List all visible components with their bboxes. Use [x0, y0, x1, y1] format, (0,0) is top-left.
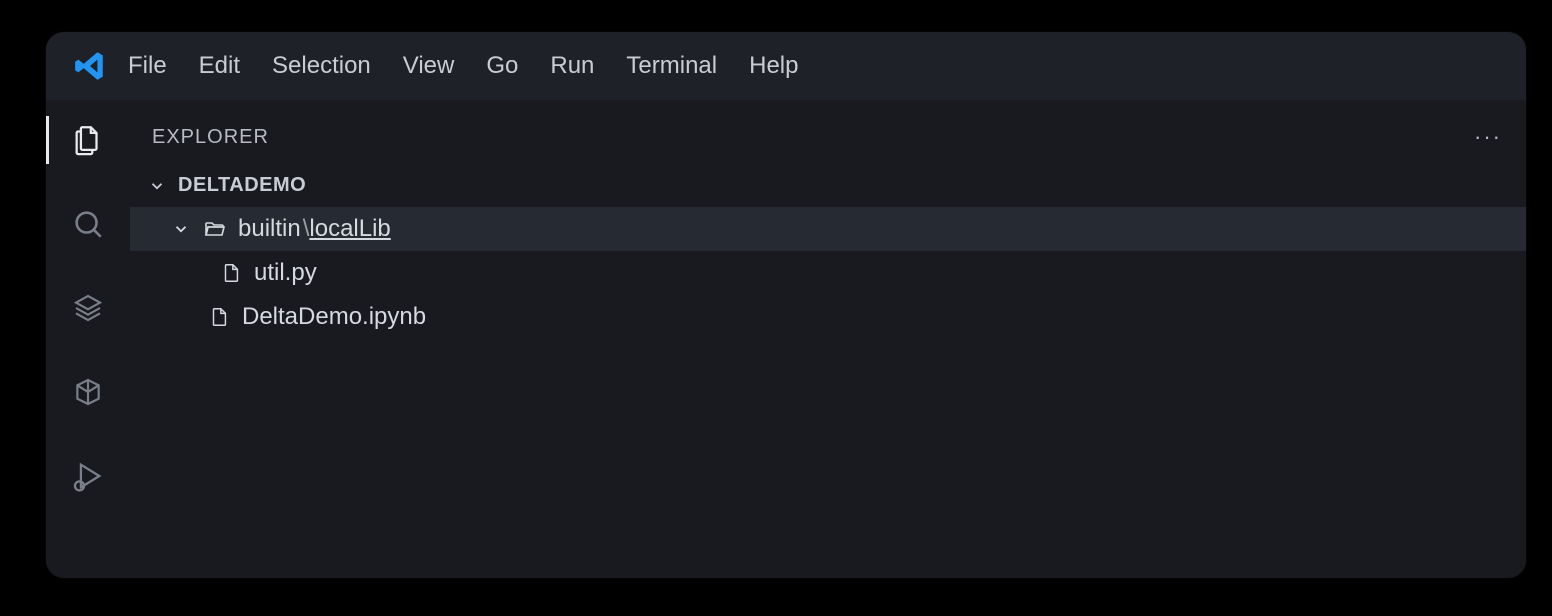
file-label: util.py	[254, 259, 317, 287]
explorer-root[interactable]: DELTADEMO	[130, 170, 1526, 207]
menu-terminal[interactable]: Terminal	[626, 52, 717, 80]
activity-extensions-icon[interactable]	[70, 374, 106, 410]
menu-view[interactable]: View	[403, 52, 455, 80]
explorer-title: EXPLORER	[152, 126, 269, 149]
folder-prefix: builtin	[238, 215, 301, 242]
menu-selection[interactable]: Selection	[272, 52, 371, 80]
editor-body: EXPLORER ··· DELTADEMO	[46, 100, 1526, 578]
explorer-panel: EXPLORER ··· DELTADEMO	[130, 100, 1526, 578]
menu-run[interactable]: Run	[550, 52, 594, 80]
folder-label: builtin\localLib	[238, 215, 391, 243]
explorer-header: EXPLORER ···	[130, 116, 1526, 170]
folder-open-icon	[202, 217, 228, 241]
tree-folder-localLib[interactable]: builtin\localLib	[130, 207, 1526, 251]
vscode-logo-icon	[58, 49, 122, 83]
tree-file-deltademo[interactable]: DeltaDemo.ipynb	[130, 295, 1526, 339]
activity-source-control-icon[interactable]	[70, 290, 106, 326]
menu-bar: File Edit Selection View Go Run Terminal…	[122, 52, 798, 80]
file-icon	[206, 306, 232, 328]
title-bar: File Edit Selection View Go Run Terminal…	[46, 32, 1526, 100]
tree-file-util[interactable]: util.py	[130, 251, 1526, 295]
chevron-down-icon	[170, 220, 192, 238]
file-label: DeltaDemo.ipynb	[242, 303, 426, 331]
activity-run-debug-icon[interactable]	[70, 458, 106, 494]
menu-edit[interactable]: Edit	[199, 52, 240, 80]
root-folder-label: DELTADEMO	[178, 174, 306, 197]
activity-bar	[46, 100, 130, 578]
menu-help[interactable]: Help	[749, 52, 798, 80]
vscode-window: File Edit Selection View Go Run Terminal…	[46, 32, 1526, 578]
folder-name: localLib	[309, 215, 390, 242]
menu-go[interactable]: Go	[486, 52, 518, 80]
activity-explorer-icon[interactable]	[70, 122, 106, 158]
explorer-more-icon[interactable]: ···	[1474, 124, 1502, 150]
file-icon	[218, 262, 244, 284]
activity-search-icon[interactable]	[70, 206, 106, 242]
chevron-down-icon	[146, 177, 168, 195]
menu-file[interactable]: File	[128, 52, 167, 80]
